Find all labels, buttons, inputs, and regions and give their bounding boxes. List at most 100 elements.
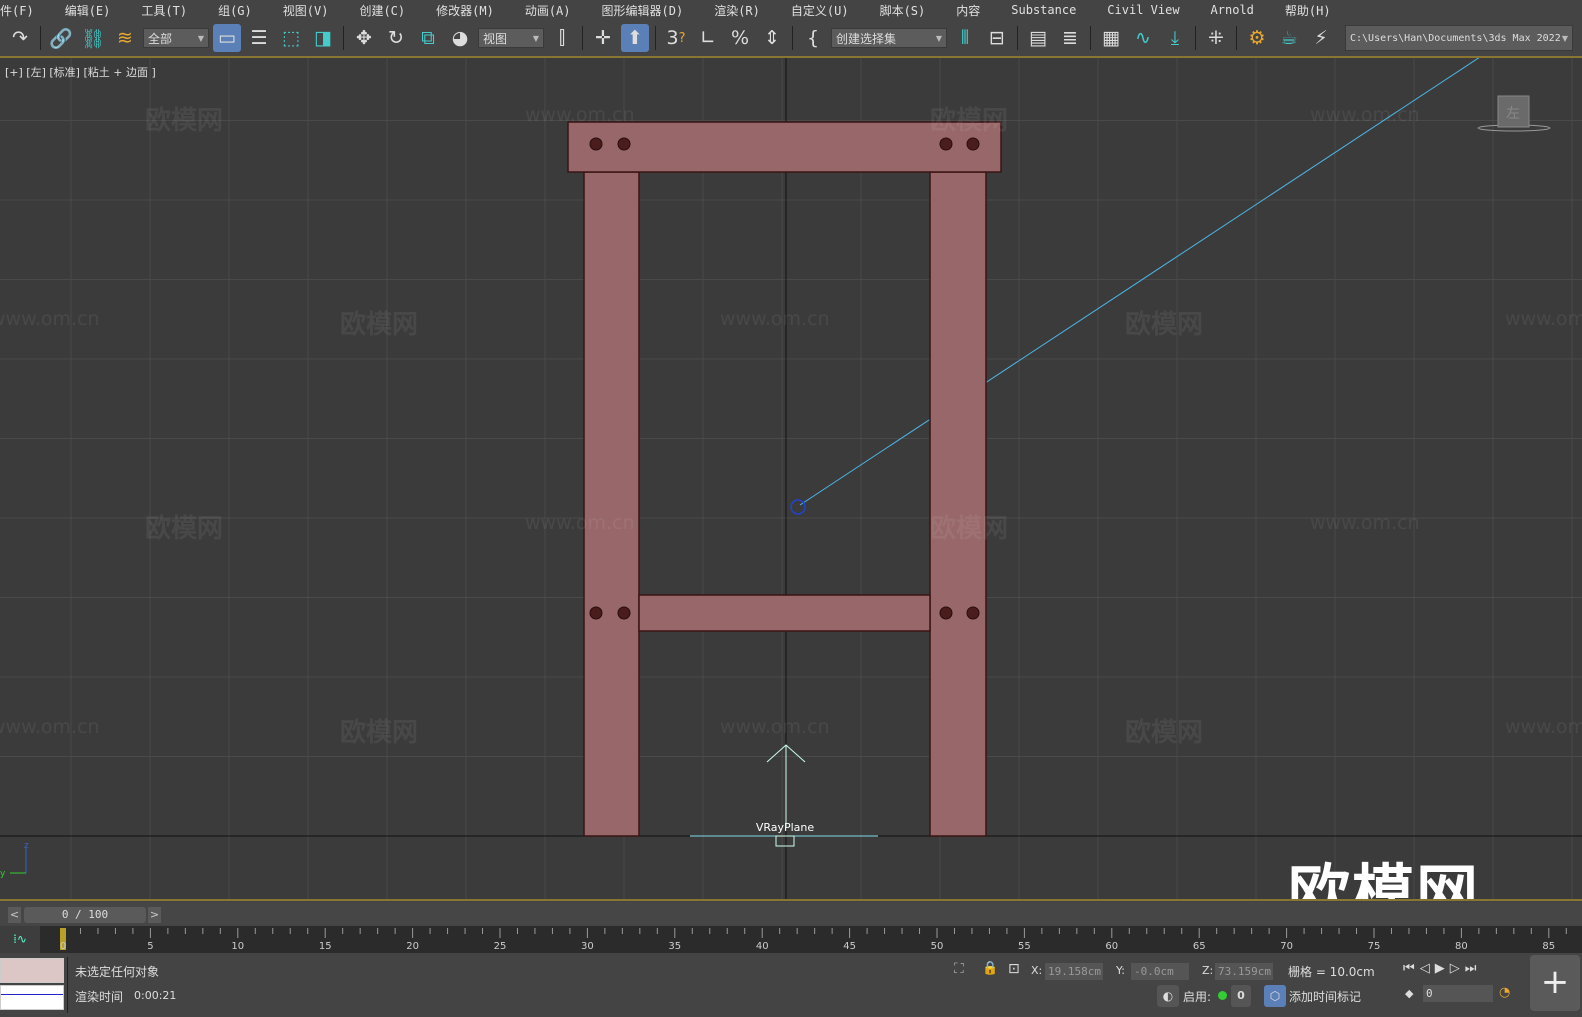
set-key-icon[interactable]: + bbox=[1530, 955, 1580, 1011]
window-crossing-icon[interactable]: ◨ bbox=[309, 24, 337, 52]
scene-explorer-icon[interactable]: ▤ bbox=[1024, 24, 1052, 52]
render-production-icon[interactable]: ⚡ bbox=[1307, 24, 1335, 52]
time-tag-icon[interactable]: ⬡ bbox=[1264, 985, 1286, 1007]
menu-item[interactable]: 动画(A) bbox=[507, 2, 584, 19]
goto-end-icon[interactable]: ⏭ bbox=[1465, 961, 1482, 976]
menu-item[interactable]: 视图(V) bbox=[265, 2, 342, 19]
current-frame-field[interactable]: 0 bbox=[1423, 985, 1493, 1002]
percent-snap-icon[interactable]: % bbox=[726, 24, 754, 52]
absolute-mode-icon[interactable]: ⊡ bbox=[1008, 961, 1020, 977]
edit-named-selection-icon[interactable]: { bbox=[799, 24, 827, 52]
spinner-snap-icon[interactable]: ⇕ bbox=[758, 24, 786, 52]
viewport-left[interactable]: VRayPlane z y 左 [+] [左] [标准] [粘土 + 边面 ] … bbox=[0, 58, 1582, 899]
pivot-center-icon[interactable]: ⫿ bbox=[548, 24, 576, 52]
menu-item[interactable]: 工具(T) bbox=[123, 2, 200, 19]
curve-editor-icon[interactable]: ∿ bbox=[1129, 24, 1157, 52]
project-path-dropdown[interactable]: C:\Users\Han\Documents\3ds Max 2022 ▼ bbox=[1345, 25, 1573, 51]
menu-item[interactable]: Arnold bbox=[1193, 3, 1267, 17]
prev-frame-icon[interactable]: ◁ bbox=[1420, 961, 1435, 976]
bind-space-warp-icon[interactable]: ≋ bbox=[111, 24, 139, 52]
menu-item[interactable]: 图形编辑器(D) bbox=[584, 2, 697, 19]
bolt-icon bbox=[617, 606, 631, 620]
keyboard-shortcut-override-icon[interactable]: ⬆ bbox=[621, 24, 649, 52]
viewport-canvas[interactable]: VRayPlane z y 左 bbox=[0, 58, 1582, 899]
frame-label: 15 bbox=[319, 941, 332, 952]
dope-sheet-icon[interactable]: ⤓ bbox=[1161, 24, 1189, 52]
snap-toggle-icon[interactable]: 3? bbox=[662, 24, 690, 52]
goto-start-icon[interactable]: ⏮ bbox=[1403, 961, 1420, 976]
bolt-icon bbox=[966, 606, 980, 620]
add-time-tag-label[interactable]: 添加时间标记 bbox=[1289, 988, 1361, 1005]
move-icon[interactable]: ✥ bbox=[350, 24, 378, 52]
reference-coordinate-dropdown[interactable]: 视图 ▼ bbox=[478, 28, 544, 48]
time-config-arrows-icon[interactable]: ◆ bbox=[1405, 987, 1413, 1000]
mirror-icon[interactable]: ⫴ bbox=[951, 24, 979, 52]
track-ruler: 0 5 10 15 20 25 30 35 40 45 50 55 60 65 70 75 80 85 bbox=[60, 928, 1567, 952]
select-manipulate-icon[interactable]: ✛ bbox=[589, 24, 617, 52]
menu-item[interactable]: 自定义(U) bbox=[773, 2, 862, 19]
lock-icon[interactable]: 🔒 bbox=[982, 961, 998, 976]
separator bbox=[582, 26, 583, 50]
time-slider[interactable]: < 0 / 100 > bbox=[0, 903, 1582, 925]
light-target-icon[interactable] bbox=[790, 499, 806, 515]
axis-z-label: z bbox=[24, 841, 29, 851]
adaptive-degradation-icon[interactable]: ◐ bbox=[1157, 985, 1179, 1007]
menu-item[interactable]: 件(F) bbox=[0, 2, 47, 19]
x-coordinate-field[interactable]: 19.158cm bbox=[1045, 963, 1103, 980]
chair-model[interactable] bbox=[567, 121, 1002, 837]
select-object-icon[interactable]: ▭ bbox=[213, 24, 241, 52]
viewcube-face-label: 左 bbox=[1506, 106, 1520, 122]
scale-icon[interactable]: ⧉ bbox=[414, 24, 442, 52]
track-bar[interactable]: ⁞∿ 0 5 10 15 20 25 30 35 40 45 50 55 60 65 70 75 80 85 bbox=[0, 926, 1582, 953]
rect-selection-icon[interactable]: ⬚ bbox=[277, 24, 305, 52]
align-icon[interactable]: ⊟ bbox=[983, 24, 1011, 52]
select-by-name-icon[interactable]: ☰ bbox=[245, 24, 273, 52]
time-slider-prev-button[interactable]: < bbox=[8, 907, 21, 923]
menu-item[interactable]: 修改器(M) bbox=[418, 2, 507, 19]
isolate-selection-icon[interactable]: ⛶ bbox=[954, 961, 964, 977]
bolts bbox=[589, 137, 980, 620]
link-icon[interactable]: 🔗 bbox=[47, 24, 75, 52]
y-label: Y: bbox=[1116, 964, 1125, 977]
menu-item[interactable]: Substance bbox=[993, 3, 1089, 17]
schematic-view-icon[interactable]: ⁜ bbox=[1202, 24, 1230, 52]
maxscript-listener-white[interactable] bbox=[0, 985, 64, 1010]
chevron-down-icon: ▼ bbox=[935, 33, 942, 43]
rendered-frame-window-icon[interactable]: ☕ bbox=[1275, 24, 1303, 52]
menu-item[interactable]: 组(G) bbox=[200, 2, 265, 19]
render-setup-icon[interactable]: ⚙ bbox=[1243, 24, 1271, 52]
menu-item[interactable]: 编辑(E) bbox=[47, 2, 124, 19]
time-slider-next-button[interactable]: > bbox=[148, 907, 161, 923]
menu-item[interactable]: Civil View bbox=[1089, 3, 1192, 17]
next-frame-icon[interactable]: ▷ bbox=[1450, 961, 1465, 976]
time-slider-thumb[interactable]: 0 / 100 bbox=[24, 907, 146, 923]
menu-item[interactable]: 帮助(H) bbox=[1267, 2, 1344, 19]
ribbon-icon[interactable]: ▦ bbox=[1097, 24, 1125, 52]
maxscript-listener-pink[interactable] bbox=[0, 958, 64, 983]
viewcube[interactable]: 左 bbox=[1477, 95, 1551, 132]
chair-top-rail bbox=[567, 121, 1002, 173]
named-selection-dropdown[interactable]: 创建选择集 ▼ bbox=[831, 28, 947, 48]
grid-size-label: 栅格 = 10.0cm bbox=[1288, 965, 1375, 979]
layer-explorer-icon[interactable]: ≣ bbox=[1056, 24, 1084, 52]
time-configuration-icon[interactable]: ◔ bbox=[1499, 985, 1510, 1000]
menu-item[interactable]: 内容 bbox=[938, 2, 993, 19]
unlink-icon[interactable]: ⛓ bbox=[79, 24, 107, 52]
menu-item[interactable]: 脚本(S) bbox=[862, 2, 939, 19]
y-coordinate-field[interactable]: -0.0cm bbox=[1131, 963, 1189, 980]
angle-snap-icon[interactable]: ∟ bbox=[694, 24, 722, 52]
menu-item[interactable]: 创建(C) bbox=[341, 2, 418, 19]
selection-filter-dropdown[interactable]: 全部 ▼ bbox=[143, 28, 209, 48]
redo-icon[interactable]: ↷ bbox=[6, 24, 34, 52]
z-coordinate-field[interactable]: 73.159cm bbox=[1215, 963, 1273, 980]
frame-label: 35 bbox=[668, 941, 681, 952]
enable-count-button[interactable]: 0 bbox=[1231, 985, 1251, 1007]
bolt-icon bbox=[589, 137, 603, 151]
play-icon[interactable]: ▶ bbox=[1435, 961, 1450, 976]
menu-bar: 件(F) 编辑(E) 工具(T) 组(G) 视图(V) 创建(C) 修改器(M) 动画(A) 图… bbox=[0, 0, 1582, 20]
menu-item[interactable]: 渲染(R) bbox=[696, 2, 773, 19]
chair-leg-right bbox=[929, 171, 987, 837]
rotate-icon[interactable]: ↻ bbox=[382, 24, 410, 52]
viewport-label-menu[interactable]: [+] [左] [标准] [粘土 + 边面 ] bbox=[5, 64, 156, 80]
placement-icon[interactable]: ◕ bbox=[446, 24, 474, 52]
